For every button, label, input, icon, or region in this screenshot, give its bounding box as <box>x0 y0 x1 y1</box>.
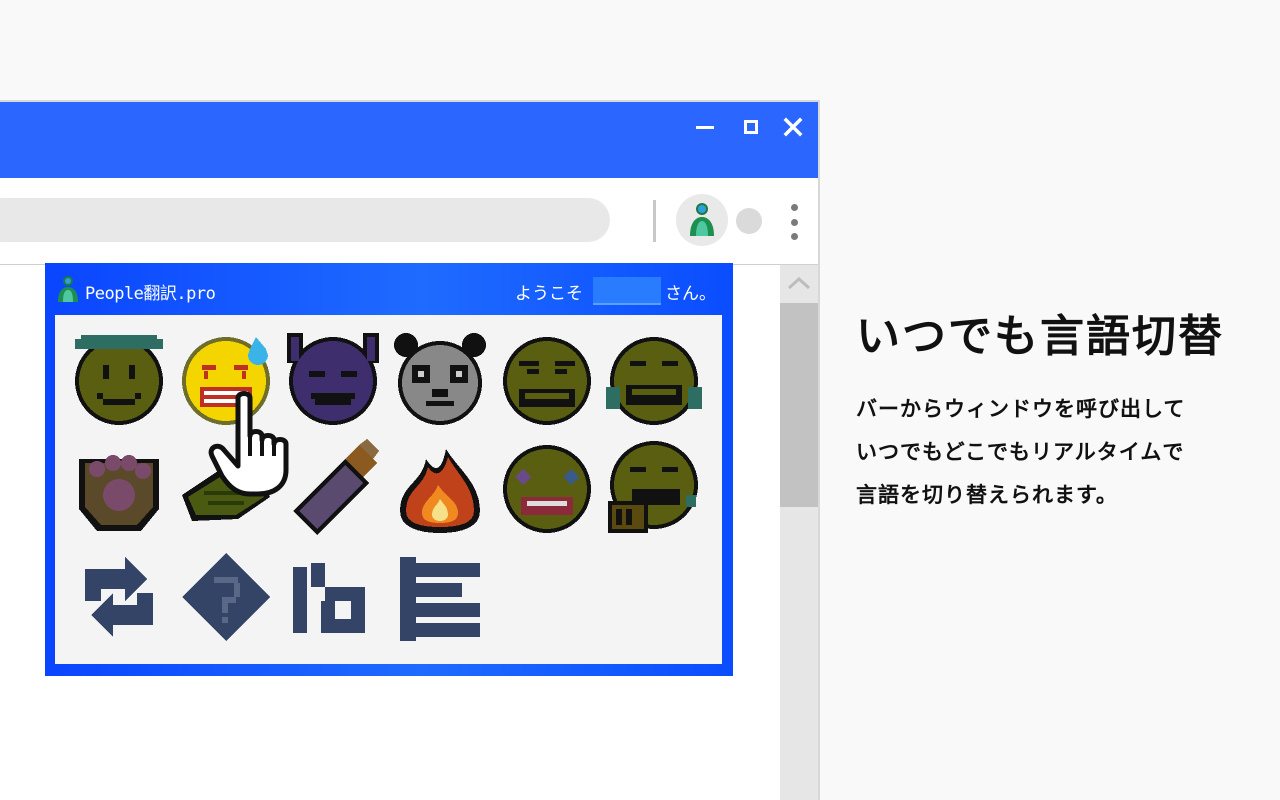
chevron-up-icon <box>787 276 811 290</box>
extension-button[interactable] <box>676 194 728 246</box>
people-logo-icon <box>690 203 714 236</box>
people-logo-icon <box>58 276 78 302</box>
close-button[interactable] <box>780 114 806 140</box>
maximize-icon <box>744 120 758 134</box>
menu-dot <box>790 218 798 226</box>
maximize-button[interactable] <box>738 114 764 140</box>
hand-cursor-icon <box>208 390 300 500</box>
scroll-thumb[interactable] <box>780 303 818 507</box>
description-line: いつでもどこでもリアルタイムで <box>856 440 1185 464</box>
description-line: バーからウィンドウを呼び出して <box>856 397 1186 421</box>
popup-header: People翻訳.pro ようこそ さん。 <box>45 263 733 315</box>
clown-emoji[interactable] <box>499 439 595 535</box>
close-icon <box>783 117 803 137</box>
emoji-grid <box>55 315 722 664</box>
grimace-emoji[interactable] <box>499 331 595 427</box>
scroll-up-button[interactable] <box>780 265 818 301</box>
description-line: 言語を切り替えられます。 <box>856 483 1118 507</box>
popup-title: People翻訳.pro <box>85 284 216 304</box>
honorific-label: さん。 <box>665 284 716 304</box>
smiley-mustache-emoji[interactable] <box>71 331 167 427</box>
menu-dot <box>790 233 798 240</box>
language-switch-icon[interactable] <box>285 549 381 645</box>
pointing-laugh-emoji[interactable] <box>606 439 702 535</box>
menu-lines-icon[interactable] <box>392 549 488 645</box>
welcome-label: ようこそ <box>515 284 583 304</box>
paw-emoji[interactable] <box>71 439 167 535</box>
feature-description: バーからウィンドウを呼び出して いつでもどこでもリアルタイムで 言語を切り替えら… <box>856 388 1185 517</box>
feature-headline: いつでも言語切替 <box>856 311 1224 362</box>
minimize-icon <box>696 125 714 129</box>
panda-emoji[interactable] <box>392 331 488 427</box>
refresh-icon[interactable] <box>71 549 167 645</box>
user-name-field[interactable] <box>593 277 661 305</box>
fire-emoji[interactable] <box>392 439 488 535</box>
help-diamond-icon[interactable] <box>178 549 274 645</box>
browser-toolbar <box>0 178 818 265</box>
crying-laugh-emoji[interactable] <box>606 331 702 427</box>
extension-popup: People翻訳.pro ようこそ さん。 <box>45 263 733 676</box>
address-bar[interactable] <box>0 198 610 242</box>
browser-titlebar <box>0 102 818 178</box>
minimize-button[interactable] <box>692 114 718 140</box>
browser-menu-button[interactable] <box>790 204 798 240</box>
toolbar-separator <box>653 200 656 242</box>
profile-button[interactable] <box>736 208 762 234</box>
menu-dot <box>790 204 798 211</box>
vertical-scrollbar[interactable] <box>780 265 818 800</box>
